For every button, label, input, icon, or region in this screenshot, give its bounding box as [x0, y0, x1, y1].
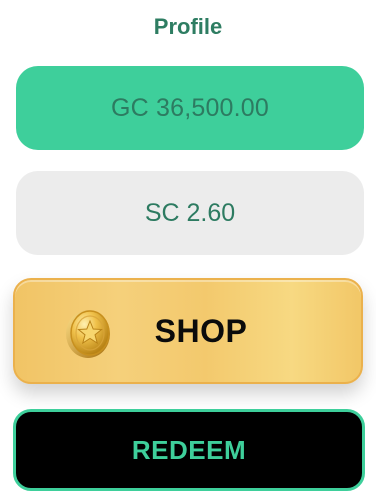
- sc-balance-display: SC 2.60: [16, 171, 364, 255]
- page-title: Profile: [153, 14, 223, 39]
- profile-panel: Profile GC 36,500.00 SC 2.60 SHOP REDEEM: [0, 0, 376, 504]
- shop-button[interactable]: SHOP: [13, 278, 363, 384]
- redeem-label: REDEEM: [131, 434, 247, 465]
- gc-balance-display: GC 36,500.00: [16, 66, 364, 150]
- sc-balance-value: SC 2.60: [144, 198, 236, 227]
- redeem-button[interactable]: REDEEM: [13, 409, 365, 491]
- shop-label: SHOP: [154, 312, 248, 349]
- gc-balance-value: GC 36,500.00: [110, 93, 270, 122]
